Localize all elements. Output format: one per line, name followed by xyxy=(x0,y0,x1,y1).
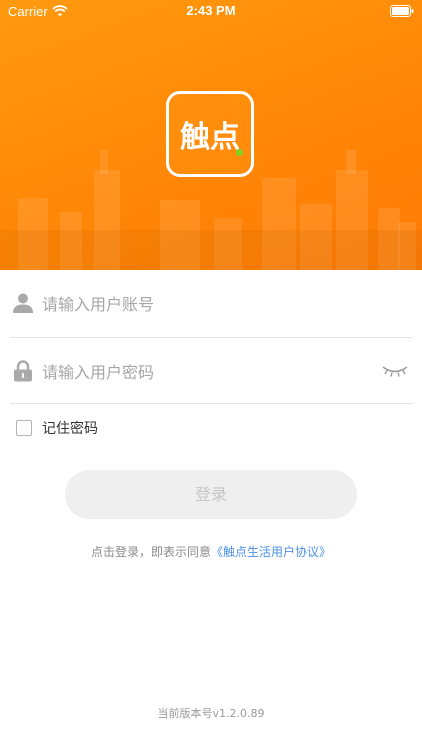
agreement-text: 点击登录，即表示同意《触点生活用户协议》 xyxy=(0,543,422,560)
header-banner: Carrier 2:43 PM 触点 xyxy=(0,0,422,270)
username-row xyxy=(0,270,422,338)
lock-icon xyxy=(14,360,32,382)
divider xyxy=(10,403,412,404)
battery-icon xyxy=(390,5,414,17)
remember-label: 记住密码 xyxy=(42,421,98,437)
status-time: 2:43 PM xyxy=(186,3,236,18)
remember-password[interactable]: 记住密码 xyxy=(16,418,98,438)
password-row xyxy=(0,338,422,404)
login-button[interactable]: 登录 xyxy=(65,470,357,519)
status-bar: Carrier 2:43 PM xyxy=(0,0,422,24)
version-label: 当前版本号v1.2.0.89 xyxy=(157,707,265,720)
eye-closed-icon[interactable] xyxy=(382,364,408,378)
agreement-prefix: 点击登录，即表示同意 xyxy=(90,545,211,559)
password-input[interactable] xyxy=(42,357,362,387)
app-logo: 触点 xyxy=(166,91,254,177)
logo-dot xyxy=(236,149,243,156)
remember-checkbox[interactable] xyxy=(16,420,32,436)
logo-text: 触点 xyxy=(180,120,240,155)
user-agreement-link[interactable]: 《触点生活用户协议》 xyxy=(211,545,331,559)
username-input[interactable] xyxy=(42,289,362,319)
user-icon xyxy=(13,293,33,313)
